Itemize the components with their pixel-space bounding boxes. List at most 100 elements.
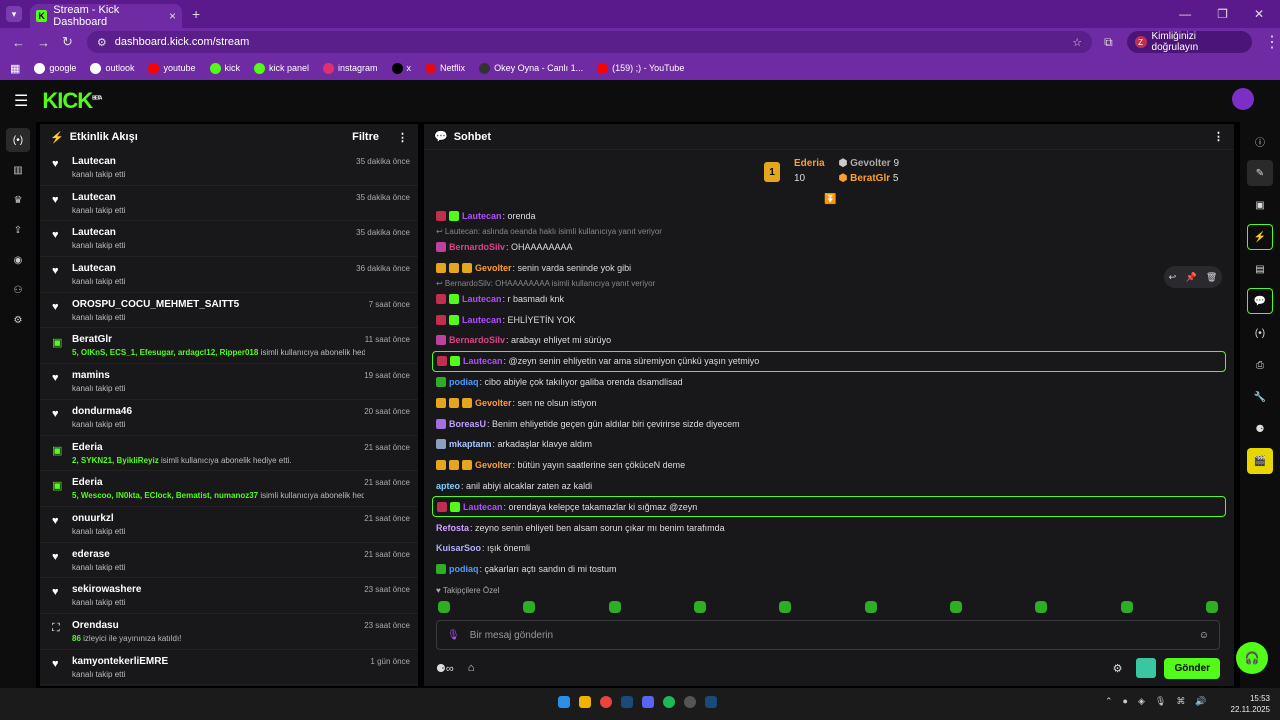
back-icon[interactable]: ←: [12, 35, 25, 50]
chat-username[interactable]: Lautecan: [462, 315, 502, 325]
clapper-icon[interactable]: 🎬: [1247, 448, 1273, 474]
send-button[interactable]: Gönder: [1164, 657, 1220, 679]
emoji-icon[interactable]: ☺: [1199, 630, 1209, 641]
close-window-icon[interactable]: ✕: [1254, 7, 1264, 21]
chat-message[interactable]: Lautecan: EHLİYETİN YOK: [432, 309, 1226, 330]
activity-item[interactable]: ♥ sekirowashere kanalı takip etti 23 saat ö…: [40, 578, 418, 614]
chat-message[interactable]: Gevolter: bütün yayın saatlerine sen çök…: [432, 455, 1226, 476]
stream-nav-icon[interactable]: (•): [6, 128, 30, 152]
activity-username[interactable]: Lautecan: [72, 259, 356, 274]
chat-message[interactable]: BernardoSilv: arabayı ehliyet mi sürüyo: [432, 330, 1226, 351]
info-icon[interactable]: ⓘ: [1247, 128, 1273, 154]
broadcast-icon[interactable]: (•): [1247, 320, 1273, 346]
tray-network-icon[interactable]: ⌘: [1176, 696, 1185, 707]
chat-message[interactable]: Gevolter: sen ne olsun istiyon: [432, 392, 1226, 413]
url-field[interactable]: ⚙ dashboard.kick.com/stream ☆: [86, 31, 1093, 53]
emote[interactable]: [608, 601, 621, 613]
spotify-icon[interactable]: [663, 696, 675, 708]
chat-username[interactable]: Gevolter: [475, 398, 512, 408]
steam-icon[interactable]: [621, 696, 633, 708]
settings-nav-icon[interactable]: ⚙: [6, 308, 30, 332]
chat-message[interactable]: Refosta: zeyno senin ehliyeti ben alsam …: [432, 517, 1226, 538]
activity-toggle-icon[interactable]: ⚡: [1247, 224, 1273, 250]
activity-username[interactable]: Orendasu: [72, 616, 364, 631]
activity-username[interactable]: kamyontekerliEMRE: [72, 652, 370, 667]
activity-item[interactable]: ♥ Lautecan kanalı takip etti 35 dakika önce: [40, 221, 418, 258]
chat-username[interactable]: Lautecan: [463, 502, 503, 512]
chat-username[interactable]: Gevolter: [475, 263, 512, 273]
chat-message[interactable]: BernardoSilv: OHAAAAAAAA: [432, 237, 1226, 258]
activity-username[interactable]: mamins: [72, 366, 364, 381]
chrome-icon[interactable]: [600, 696, 612, 708]
reload-icon[interactable]: ↻: [62, 34, 73, 50]
chat-settings-icon[interactable]: ⚙: [1113, 662, 1123, 675]
leader-third-name[interactable]: BeratGlr: [850, 173, 890, 184]
activity-item[interactable]: ♥ mamins kanalı takip etti 19 saat önce: [40, 364, 418, 400]
tray-chevron-icon[interactable]: ⌃: [1105, 696, 1113, 707]
activity-username[interactable]: onuurkzl: [72, 509, 364, 524]
activity-username[interactable]: dondurma46: [72, 402, 364, 417]
edit-icon[interactable]: ✎: [1247, 160, 1273, 186]
tray-mic-icon[interactable]: 🎙: [1155, 696, 1166, 707]
chat-username[interactable]: Lautecan: [463, 356, 503, 366]
chat-message[interactable]: Lautecan: @zeyn senin ehliyetin var ama …: [432, 350, 1226, 372]
kicks-icon[interactable]: ⚈∞: [436, 662, 454, 675]
bookmark-item[interactable]: kick: [209, 62, 240, 74]
bookmark-star-icon[interactable]: ☆: [1072, 36, 1082, 49]
activity-username[interactable]: Lautecan: [72, 223, 356, 238]
chat-message[interactable]: Lautecan: r basmadı knk: [432, 288, 1226, 309]
tab-search-icon[interactable]: ▾: [6, 6, 22, 22]
chat-username[interactable]: podiaq: [449, 564, 479, 574]
activity-username[interactable]: ederase: [72, 545, 364, 560]
activity-item[interactable]: ♥ Lautecan kanalı takip etti 35 dakika önce: [40, 150, 418, 186]
filter-button[interactable]: Filtre: [352, 131, 379, 143]
user-avatar[interactable]: [1232, 88, 1254, 110]
chat-username[interactable]: BernardoSilv: [449, 242, 505, 252]
emote[interactable]: [864, 601, 877, 613]
apps-grid-icon[interactable]: ▦: [10, 62, 20, 75]
reply-context[interactable]: ↩ BernardoSilv: OHAAAAAAAA isimli kullan…: [432, 278, 1226, 288]
activity-item[interactable]: ▣ BeratGlr 5, OlKnS, ECS_1, Efesugar, arda…: [40, 328, 418, 365]
wrench-icon[interactable]: 🔧: [1247, 384, 1273, 410]
activity-item[interactable]: ♥ dondurma46 kanalı takip etti 20 saat önce: [40, 400, 418, 436]
pin-icon[interactable]: 📌: [1185, 272, 1196, 283]
headset-support-icon[interactable]: 🎧: [1236, 642, 1268, 674]
chat-message[interactable]: Lautecan: orendaya kelepçe takamazlar ki…: [432, 496, 1226, 518]
notes-icon[interactable]: ▤: [1247, 256, 1273, 282]
chat-username[interactable]: Gevolter: [475, 460, 512, 470]
chat-username[interactable]: BernardoSilv: [449, 335, 505, 345]
emote[interactable]: [949, 601, 962, 613]
activity-item[interactable]: ♥ ederase kanalı takip etti 21 saat önce: [40, 543, 418, 579]
bookmark-item[interactable]: outlook: [90, 62, 134, 74]
chat-input[interactable]: 🎙 Bir mesaj gönderin ☺: [436, 620, 1220, 650]
activity-item[interactable]: ▣ Ederia 5, Wescoo, IN0kta, EClock, Bemati…: [40, 471, 418, 507]
restore-icon[interactable]: ❐: [1217, 7, 1228, 21]
chat-username[interactable]: mkaptann: [449, 439, 492, 449]
upload-nav-icon[interactable]: ⇪: [6, 218, 30, 242]
activity-item[interactable]: ♥ Lautecan kanalı takip etti 35 dakika önce: [40, 186, 418, 222]
activity-username[interactable]: BeratGlr: [72, 330, 365, 345]
steam-icon[interactable]: [705, 696, 717, 708]
bookmark-item[interactable]: (159) ;) - YouTube: [597, 62, 684, 74]
app-icon[interactable]: [684, 696, 696, 708]
chat-message[interactable]: KuisarSoo: ışık önemli: [432, 538, 1226, 559]
close-tab-icon[interactable]: ×: [169, 9, 176, 23]
store-icon[interactable]: ⌂: [468, 662, 475, 674]
bookmark-item[interactable]: x: [391, 62, 411, 74]
chat-message[interactable]: BoreasU: Benim ehliyetide geçen gün aldı…: [432, 413, 1226, 434]
emote[interactable]: [438, 601, 450, 613]
activity-item[interactable]: ♥ OROSPU_COCU_MEHMET_SAITT5 kanalı takip e…: [40, 293, 418, 329]
chat-filter-icon[interactable]: ⏬: [824, 194, 836, 205]
tray-volume-icon[interactable]: 🔊: [1195, 696, 1206, 707]
new-tab-icon[interactable]: +: [192, 6, 200, 22]
chat-username[interactable]: KuisarSoo: [436, 543, 481, 553]
tray-app-icon[interactable]: ●: [1123, 696, 1128, 707]
bookmark-item[interactable]: instagram: [323, 62, 378, 74]
extensions-icon[interactable]: ⧉: [1104, 35, 1113, 50]
delete-icon[interactable]: 🗑: [1206, 272, 1217, 283]
windows-start-icon[interactable]: [558, 696, 570, 708]
hamburger-menu-icon[interactable]: ☰: [14, 91, 28, 111]
chat-message[interactable]: Gevolter: senin varda seninde yok gibi: [432, 258, 1226, 279]
emote[interactable]: [1205, 601, 1218, 613]
bookmark-item[interactable]: Okey Oyna - Canlı 1...: [479, 62, 583, 74]
